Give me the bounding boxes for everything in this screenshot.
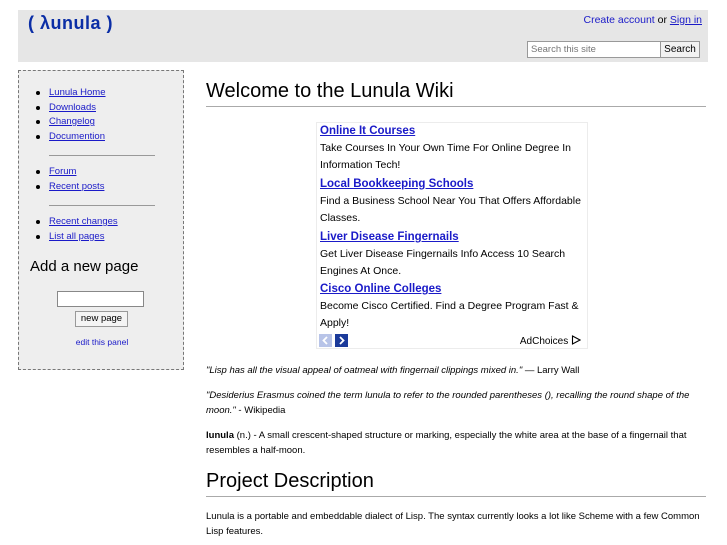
sidebar-item-changelog[interactable]: Changelog bbox=[49, 116, 95, 127]
account-separator: or bbox=[654, 14, 670, 26]
ad-description: Get Liver Disease Fingernails Info Acces… bbox=[320, 248, 566, 277]
sidebar-divider bbox=[49, 205, 155, 206]
ad-description: Find a Business School Near You That Off… bbox=[320, 195, 581, 224]
ad-title-link[interactable]: Cisco Online Colleges bbox=[320, 283, 586, 295]
quote-larry-wall: "Lisp has all the visual appeal of oatme… bbox=[206, 363, 706, 378]
sidebar-panel: Lunula Home Downloads Changelog Document… bbox=[18, 70, 184, 370]
definition-text: (n.) - A small crescent-shaped structure… bbox=[206, 430, 687, 456]
sidebar-item: Forum bbox=[35, 165, 104, 180]
search-button[interactable]: Search bbox=[660, 41, 700, 58]
ad-item: Cisco Online Colleges Become Cisco Certi… bbox=[320, 283, 586, 332]
definition-term: lunula bbox=[206, 430, 234, 441]
sidebar-item-forum[interactable]: Forum bbox=[49, 166, 76, 177]
ad-item: Liver Disease Fingernails Get Liver Dise… bbox=[320, 231, 586, 280]
sidebar-divider bbox=[49, 155, 155, 156]
ad-item: Online It Courses Take Courses In Your O… bbox=[320, 125, 586, 174]
ad-description: Take Courses In Your Own Time For Online… bbox=[320, 142, 571, 171]
quote-attribution: - Wikipedia bbox=[235, 405, 286, 416]
adchoices-label: AdChoices bbox=[519, 336, 569, 347]
sidebar-nav-forum: Forum Recent posts bbox=[35, 165, 104, 195]
ad-title-link[interactable]: Online It Courses bbox=[320, 125, 586, 137]
sidebar-item-lunula-home[interactable]: Lunula Home bbox=[49, 87, 106, 98]
sidebar-item: Downloads bbox=[36, 101, 106, 116]
ad-prev-button[interactable] bbox=[319, 334, 332, 347]
new-page-button[interactable]: new page bbox=[75, 311, 128, 327]
chevron-right-icon bbox=[339, 336, 345, 345]
adchoices-icon bbox=[571, 335, 582, 345]
sidebar-item: Lunula Home bbox=[36, 86, 106, 101]
section-title-project-description: Project Description bbox=[206, 470, 706, 497]
ad-description: Become Cisco Certified. Find a Degree Pr… bbox=[320, 300, 579, 329]
sidebar-item-recent-changes[interactable]: Recent changes bbox=[49, 216, 118, 227]
quote-attribution: — Larry Wall bbox=[522, 365, 580, 376]
sidebar-item: Documention bbox=[36, 130, 106, 145]
add-page-heading: Add a new page bbox=[30, 258, 139, 275]
ad-title-link[interactable]: Local Bookkeeping Schools bbox=[320, 178, 586, 190]
ad-title-link[interactable]: Liver Disease Fingernails bbox=[320, 231, 586, 243]
sidebar-item-downloads[interactable]: Downloads bbox=[49, 102, 96, 113]
adchoices-link[interactable]: AdChoices bbox=[519, 335, 582, 347]
sidebar-item: List all pages bbox=[36, 230, 118, 245]
sidebar-item: Recent posts bbox=[35, 180, 104, 195]
sidebar-item: Changelog bbox=[36, 115, 106, 130]
site-logo[interactable]: ( λunula ) bbox=[28, 13, 113, 34]
project-description-text: Lunula is a portable and embeddable dial… bbox=[206, 511, 700, 537]
sidebar-item: Recent changes bbox=[36, 215, 118, 230]
ad-item: Local Bookkeeping Schools Find a Busines… bbox=[320, 178, 586, 227]
sidebar-item-documention[interactable]: Documention bbox=[49, 131, 105, 142]
page-title: Welcome to the Lunula Wiki bbox=[206, 80, 706, 107]
sidebar-item-list-all-pages[interactable]: List all pages bbox=[49, 231, 104, 242]
sidebar-item-recent-posts[interactable]: Recent posts bbox=[49, 181, 104, 192]
lunula-definition: lunula (n.) - A small crescent-shaped st… bbox=[206, 428, 711, 458]
site-header: ( λunula ) Create account or Sign in Sea… bbox=[18, 10, 708, 62]
ad-next-button[interactable] bbox=[335, 334, 348, 347]
account-links: Create account or Sign in bbox=[584, 14, 703, 26]
edit-panel-link[interactable]: edit this panel bbox=[19, 337, 185, 347]
chevron-left-icon bbox=[322, 336, 328, 345]
sidebar-nav-main: Lunula Home Downloads Changelog Document… bbox=[36, 86, 106, 145]
sign-in-link[interactable]: Sign in bbox=[670, 14, 702, 26]
quote-text: "Lisp has all the visual appeal of oatme… bbox=[206, 365, 523, 376]
quote-wikipedia: "Desiderius Erasmus coined the term lunu… bbox=[206, 388, 706, 418]
new-page-name-input[interactable] bbox=[57, 291, 144, 307]
ad-unit: Online It Courses Take Courses In Your O… bbox=[316, 122, 588, 349]
create-account-link[interactable]: Create account bbox=[584, 14, 655, 26]
sidebar-nav-pages: Recent changes List all pages bbox=[36, 215, 118, 245]
search-input[interactable] bbox=[527, 41, 662, 58]
